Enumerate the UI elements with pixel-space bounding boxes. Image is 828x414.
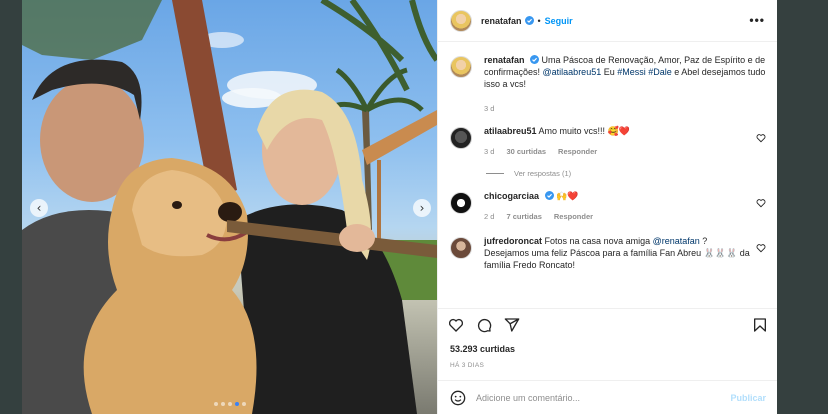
verified-badge-icon: [530, 55, 540, 64]
caption: renatafan Uma Páscoa de Renovação, Amor,…: [450, 54, 766, 115]
verified-badge-icon: [524, 16, 534, 25]
comment-like-icon[interactable]: [756, 198, 766, 208]
reply-button[interactable]: Responder: [554, 211, 593, 223]
comment-username[interactable]: atilaabreu51: [484, 126, 537, 136]
previous-photo-button[interactable]: ‹: [30, 199, 48, 217]
chevron-right-icon: ›: [419, 201, 425, 215]
replies-divider: [486, 173, 504, 174]
hashtag-link[interactable]: #Messi: [617, 67, 646, 77]
comment-age[interactable]: 2 d: [484, 211, 494, 223]
caption-mention-link[interactable]: @atilaabreu51: [543, 67, 602, 77]
post-header: renatafan • Seguir •••: [438, 0, 777, 42]
comment-item: chicogarciaa 🙌❤️ 2 d 7 curtidas Responde…: [450, 190, 766, 223]
header-username[interactable]: renatafan: [481, 16, 522, 26]
comment-item: atilaabreu51 Amo muito vcs!!! 🥰❤️ 3 d 30…: [450, 125, 766, 158]
backdrop-right: [777, 0, 828, 414]
avatar[interactable]: [450, 56, 472, 78]
add-comment-bar: Adicione um comentário... Publicar: [438, 380, 777, 414]
emoji-icon[interactable]: [450, 390, 466, 406]
carousel-dot: [227, 402, 232, 406]
comment-age[interactable]: 3 d: [484, 146, 494, 158]
share-icon[interactable]: [504, 317, 520, 333]
post-dialog: ‹ › renatafan • Seguir ••• renatafan Uma…: [22, 0, 777, 414]
comments-list[interactable]: renatafan Uma Páscoa de Renovação, Amor,…: [438, 42, 777, 304]
next-photo-button[interactable]: ›: [413, 199, 431, 217]
heart-icon[interactable]: [448, 317, 464, 333]
comment-likes[interactable]: 30 curtidas: [506, 146, 546, 158]
comment-like-icon[interactable]: [756, 243, 766, 253]
more-options-icon[interactable]: •••: [749, 13, 765, 27]
comment-mention-link[interactable]: @renatafan: [653, 236, 700, 246]
avatar[interactable]: [450, 127, 472, 149]
chevron-left-icon: ‹: [36, 201, 42, 215]
carousel-dot: [220, 402, 225, 406]
post-timestamp[interactable]: HÁ 3 DIAS: [450, 362, 484, 369]
post-photo[interactable]: ‹ ›: [22, 0, 437, 414]
comment-text: Fotos na casa nova amiga: [544, 236, 653, 246]
avatar[interactable]: [450, 192, 472, 214]
comment-text: 🙌❤️: [556, 191, 579, 201]
avatar[interactable]: [450, 237, 472, 259]
photo-scene: [22, 0, 437, 414]
follow-button[interactable]: Seguir: [545, 16, 573, 26]
caption-text: Eu: [601, 67, 618, 77]
carousel-dot: [241, 402, 246, 406]
view-replies-button[interactable]: Ver respostas (1): [486, 169, 766, 178]
verified-badge-icon: [544, 191, 554, 200]
caption-age[interactable]: 3 d: [484, 103, 494, 115]
action-bar: [438, 308, 777, 340]
bookmark-icon[interactable]: [752, 317, 768, 333]
comment-icon[interactable]: [476, 317, 492, 333]
reply-button[interactable]: Responder: [558, 146, 597, 158]
hashtag-link[interactable]: #Dale: [648, 67, 672, 77]
likes-count[interactable]: 53.293 curtidas: [450, 344, 515, 354]
avatar[interactable]: [450, 9, 472, 32]
carousel-dot: [213, 402, 218, 406]
comment-likes[interactable]: 7 curtidas: [506, 211, 541, 223]
comment-text: Amo muito vcs!!! 🥰❤️: [538, 126, 630, 136]
comment-like-icon[interactable]: [756, 133, 766, 143]
backdrop-left: [0, 0, 22, 414]
comment-username[interactable]: chicogarciaa: [484, 191, 539, 201]
publish-button[interactable]: Publicar: [730, 393, 766, 403]
separator-dot: •: [537, 15, 541, 26]
carousel-dot-active: [234, 402, 239, 406]
view-replies-label: Ver respostas (1): [514, 169, 572, 178]
caption-username[interactable]: renatafan: [484, 55, 525, 65]
comment-username[interactable]: jufredoroncat: [484, 236, 542, 246]
post-side-panel: renatafan • Seguir ••• renatafan Uma Pás…: [437, 0, 777, 414]
carousel-indicator: [22, 402, 437, 406]
comment-item: jufredoroncat Fotos na casa nova amiga @…: [450, 235, 766, 271]
comment-input[interactable]: Adicione um comentário...: [476, 393, 730, 403]
